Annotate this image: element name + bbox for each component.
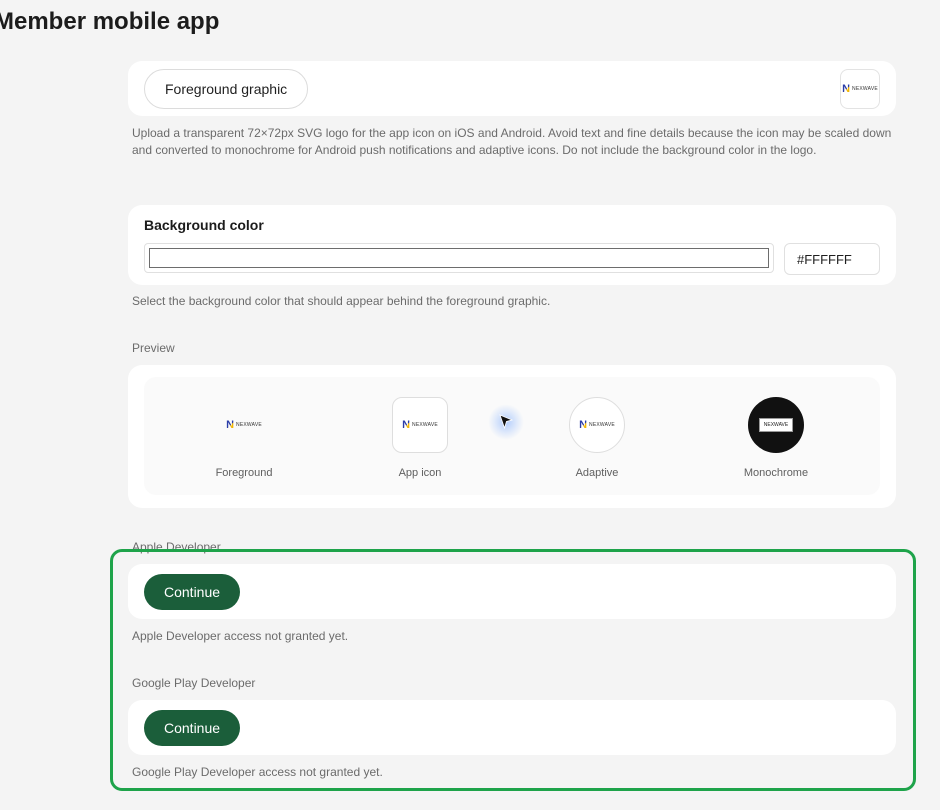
preview-monochrome-label: Monochrome: [743, 467, 809, 479]
preview-label: Preview: [132, 341, 175, 355]
background-color-helper-text: Select the background color that should …: [132, 294, 551, 308]
foreground-logo-thumbnail[interactable]: N NEXWAVE: [840, 69, 880, 109]
logo-wordmark: NEXWAVE: [852, 86, 878, 92]
background-color-heading: Background color: [144, 217, 264, 233]
google-play-developer-status: Google Play Developer access not granted…: [132, 765, 383, 779]
apple-developer-card: Continue: [128, 564, 896, 619]
preview-app-icon-graphic: N NEXWAVE: [392, 397, 448, 453]
page-title: Member mobile app: [0, 8, 220, 35]
foreground-helper-text: Upload a transparent 72×72px SVG logo fo…: [132, 126, 892, 157]
google-play-developer-card: Continue: [128, 700, 896, 755]
hex-color-field[interactable]: #FFFFFF: [784, 243, 880, 275]
foreground-card: Foreground graphic N NEXWAVE: [128, 61, 896, 116]
apple-developer-label: Apple Developer: [132, 540, 221, 554]
apple-continue-button[interactable]: Continue: [144, 574, 241, 610]
preview-foreground: N NEXWAVE Foreground: [189, 397, 299, 479]
preview-monochrome-graphic: NEXWAVE: [748, 397, 804, 453]
google-continue-button[interactable]: Continue: [144, 710, 241, 746]
logo-n-mark: N: [842, 82, 851, 95]
color-swatch: [149, 248, 769, 268]
preview-adaptive-graphic: N NEXWAVE: [569, 397, 625, 453]
foreground-graphic-button[interactable]: Foreground graphic: [144, 69, 309, 109]
preview-foreground-label: Foreground: [215, 467, 273, 479]
brand-logo: N NEXWAVE: [842, 82, 878, 95]
color-picker-input[interactable]: [144, 243, 774, 273]
preview-app-icon: N NEXWAVE App icon: [365, 397, 475, 479]
apple-developer-status: Apple Developer access not granted yet.: [132, 629, 349, 643]
mouse-cursor-icon: [488, 404, 524, 440]
google-play-developer-label: Google Play Developer: [132, 676, 256, 690]
background-color-card: Background color #FFFFFF: [128, 205, 896, 285]
preview-app-icon-label: App icon: [398, 467, 442, 479]
preview-monochrome: NEXWAVE Monochrome: [721, 397, 831, 479]
preview-adaptive-label: Adaptive: [575, 467, 619, 479]
preview-adaptive: N NEXWAVE Adaptive: [542, 397, 652, 479]
preview-foreground-graphic: N NEXWAVE: [226, 418, 262, 431]
